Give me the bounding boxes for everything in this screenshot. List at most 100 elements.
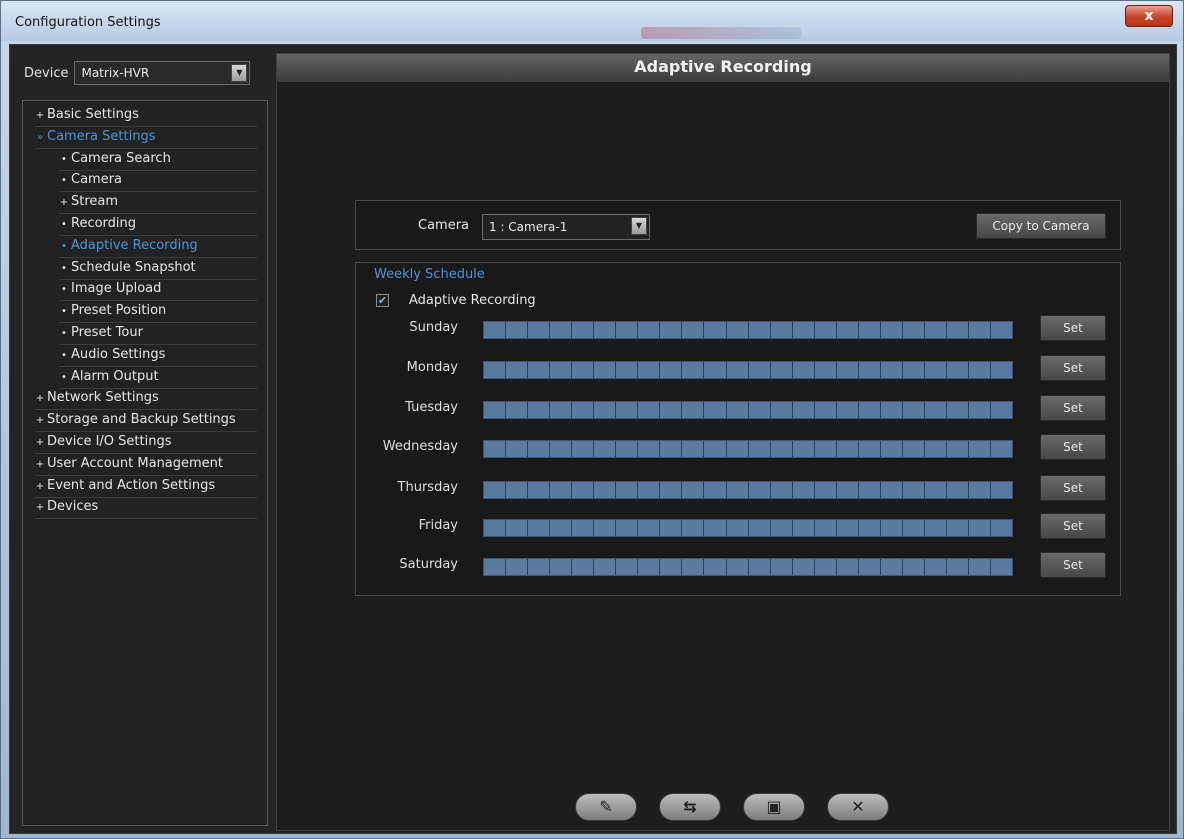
hour-slot[interactable]	[881, 322, 903, 338]
hour-slot[interactable]	[837, 322, 859, 338]
hour-slot[interactable]	[815, 322, 837, 338]
tree-item[interactable]: + Stream	[59, 192, 257, 215]
hour-slot[interactable]	[837, 402, 859, 418]
hour-slot[interactable]	[704, 520, 727, 536]
hour-slot[interactable]	[484, 482, 507, 498]
hour-slot[interactable]	[506, 482, 529, 498]
hour-slot[interactable]	[947, 441, 970, 457]
camera-select[interactable]: 1 : Camera-1 ▼	[482, 214, 650, 240]
copy-to-camera-button[interactable]: Copy to Camera	[976, 213, 1106, 239]
hour-slot[interactable]	[704, 441, 727, 457]
hour-slot[interactable]	[528, 520, 551, 536]
schedule-bar[interactable]	[483, 558, 1013, 576]
tree-item[interactable]: • Image Upload	[59, 279, 257, 302]
hour-slot[interactable]	[704, 362, 727, 378]
hour-slot[interactable]	[837, 559, 859, 575]
hour-slot[interactable]	[528, 482, 551, 498]
hour-slot[interactable]	[793, 322, 815, 338]
hour-slot[interactable]	[815, 362, 837, 378]
hour-slot[interactable]	[727, 402, 749, 418]
hour-slot[interactable]	[947, 402, 970, 418]
hour-slot[interactable]	[528, 402, 551, 418]
close-button[interactable]: ✕	[827, 793, 889, 821]
hour-slot[interactable]	[991, 482, 1012, 498]
hour-slot[interactable]	[682, 520, 705, 536]
hour-slot[interactable]	[506, 520, 529, 536]
hour-slot[interactable]	[660, 322, 683, 338]
apply-button[interactable]: ✎	[575, 793, 637, 821]
hour-slot[interactable]	[572, 441, 595, 457]
hour-slot[interactable]	[925, 441, 947, 457]
hour-slot[interactable]	[572, 520, 595, 536]
hour-slot[interactable]	[749, 362, 771, 378]
hour-slot[interactable]	[594, 362, 617, 378]
hour-slot[interactable]	[881, 520, 903, 536]
hour-slot[interactable]	[727, 362, 749, 378]
hour-slot[interactable]	[727, 520, 749, 536]
hour-slot[interactable]	[638, 362, 661, 378]
hour-slot[interactable]	[616, 402, 639, 418]
tree-item[interactable]: • Preset Position	[59, 301, 257, 324]
hour-slot[interactable]	[991, 322, 1012, 338]
hour-slot[interactable]	[991, 559, 1012, 575]
hour-slot[interactable]	[903, 322, 925, 338]
hour-slot[interactable]	[903, 482, 925, 498]
hour-slot[interactable]	[484, 520, 507, 536]
hour-slot[interactable]	[793, 402, 815, 418]
hour-slot[interactable]	[682, 482, 705, 498]
hour-slot[interactable]	[704, 322, 727, 338]
hour-slot[interactable]	[550, 520, 573, 536]
hour-slot[interactable]	[969, 559, 992, 575]
hour-slot[interactable]	[594, 441, 617, 457]
hour-slot[interactable]	[815, 402, 837, 418]
hour-slot[interactable]	[727, 441, 749, 457]
tree-item[interactable]: + Network Settings	[35, 388, 257, 411]
hour-slot[interactable]	[506, 402, 529, 418]
hour-slot[interactable]	[771, 402, 793, 418]
hour-slot[interactable]	[594, 482, 617, 498]
hour-slot[interactable]	[881, 441, 903, 457]
hour-slot[interactable]	[638, 482, 661, 498]
hour-slot[interactable]	[925, 559, 947, 575]
hour-slot[interactable]	[837, 520, 859, 536]
hour-slot[interactable]	[727, 322, 749, 338]
hour-slot[interactable]	[506, 322, 529, 338]
hour-slot[interactable]	[528, 322, 551, 338]
hour-slot[interactable]	[881, 402, 903, 418]
hour-slot[interactable]	[704, 482, 727, 498]
hour-slot[interactable]	[682, 362, 705, 378]
hour-slot[interactable]	[550, 362, 573, 378]
hour-slot[interactable]	[881, 482, 903, 498]
hour-slot[interactable]	[815, 559, 837, 575]
hour-slot[interactable]	[925, 362, 947, 378]
hour-slot[interactable]	[484, 559, 507, 575]
schedule-bar[interactable]	[483, 401, 1013, 419]
hour-slot[interactable]	[682, 559, 705, 575]
tree-item[interactable]: + User Account Management	[35, 454, 257, 476]
hour-slot[interactable]	[859, 362, 881, 378]
schedule-bar[interactable]	[483, 519, 1013, 537]
hour-slot[interactable]	[660, 402, 683, 418]
hour-slot[interactable]	[793, 441, 815, 457]
hour-slot[interactable]	[528, 559, 551, 575]
save-button[interactable]: ▣	[743, 793, 805, 821]
hour-slot[interactable]	[903, 402, 925, 418]
hour-slot[interactable]	[506, 362, 529, 378]
hour-slot[interactable]	[881, 362, 903, 378]
hour-slot[interactable]	[837, 362, 859, 378]
tree-item[interactable]: • Alarm Output	[59, 367, 257, 389]
hour-slot[interactable]	[859, 559, 881, 575]
tree-item[interactable]: + Devices	[35, 497, 257, 520]
hour-slot[interactable]	[616, 322, 639, 338]
hour-slot[interactable]	[793, 362, 815, 378]
hour-slot[interactable]	[749, 482, 771, 498]
hour-slot[interactable]	[550, 402, 573, 418]
hour-slot[interactable]	[881, 559, 903, 575]
hour-slot[interactable]	[638, 520, 661, 536]
hour-slot[interactable]	[727, 482, 749, 498]
chevron-down-icon[interactable]: ▼	[631, 217, 647, 235]
set-button[interactable]: Set	[1040, 434, 1106, 460]
schedule-bar[interactable]	[483, 321, 1013, 339]
tree-item[interactable]: • Audio Settings	[59, 345, 257, 367]
hour-slot[interactable]	[506, 441, 529, 457]
